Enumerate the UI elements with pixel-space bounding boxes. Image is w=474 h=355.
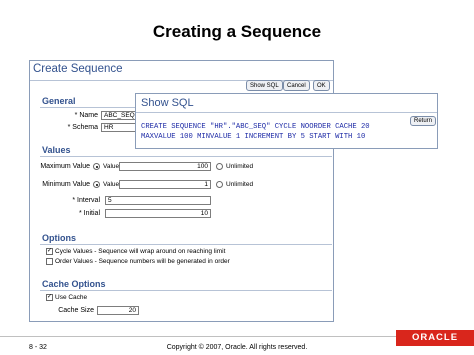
interval-field[interactable]: 5 bbox=[105, 196, 211, 205]
divider bbox=[136, 112, 437, 113]
use-cache-checkbox[interactable]: ✓ bbox=[46, 294, 53, 301]
show-sql-title: Show SQL bbox=[141, 97, 194, 109]
order-values-checkbox[interactable] bbox=[46, 258, 53, 265]
min-unlimited-radio[interactable] bbox=[216, 181, 223, 188]
interval-label: * Interval bbox=[72, 197, 100, 204]
oracle-logo: ORACLE bbox=[396, 330, 474, 346]
schema-label: * Schema bbox=[67, 124, 98, 131]
cancel-button[interactable]: Cancel bbox=[283, 80, 310, 91]
slide-title: Creating a Sequence bbox=[152, 22, 322, 41]
divider bbox=[40, 156, 332, 157]
window-title: Create Sequence bbox=[33, 63, 123, 75]
max-unlimited-radio[interactable] bbox=[216, 163, 223, 170]
min-value-radio[interactable] bbox=[93, 181, 100, 188]
order-values-label: Order Values - Sequence numbers will be … bbox=[55, 258, 230, 265]
general-heading: General bbox=[42, 96, 76, 106]
initial-field[interactable]: 10 bbox=[105, 209, 211, 218]
ok-button[interactable]: OK bbox=[313, 80, 330, 91]
cycle-values-checkbox[interactable]: ✓ bbox=[46, 248, 53, 255]
minimum-value-field[interactable]: 1 bbox=[119, 180, 211, 189]
cache-options-heading: Cache Options bbox=[42, 279, 106, 289]
cycle-values-label: Cycle Values - Sequence will wrap around… bbox=[55, 248, 226, 255]
oracle-logo-text: ORACLE bbox=[411, 332, 459, 343]
min-unlimited-label: Unlimited bbox=[226, 181, 254, 188]
return-button[interactable]: Return bbox=[410, 116, 437, 126]
window-header: Create Sequence bbox=[30, 61, 333, 81]
min-value-option-label: Value bbox=[103, 181, 120, 188]
cache-size-label: Cache Size bbox=[58, 307, 94, 314]
maximum-value-label: Maximum Value bbox=[40, 163, 90, 170]
sql-line-2: MAXVALUE 100 MINVALUE 1 INCREMENT BY 5 S… bbox=[141, 133, 366, 141]
divider bbox=[40, 244, 332, 245]
show-sql-button[interactable]: Show SQL bbox=[246, 80, 283, 91]
sql-line-1: CREATE SEQUENCE "HR"."ABC_SEQ" CYCLE NOO… bbox=[141, 123, 370, 131]
initial-label: * Initial bbox=[78, 210, 100, 217]
max-value-radio[interactable] bbox=[93, 163, 100, 170]
divider bbox=[40, 290, 332, 291]
options-heading: Options bbox=[42, 233, 76, 243]
max-unlimited-label: Unlimited bbox=[226, 163, 254, 170]
maximum-value-field[interactable]: 100 bbox=[119, 162, 211, 171]
cache-size-field[interactable]: 20 bbox=[97, 306, 139, 315]
max-value-option-label: Value bbox=[103, 163, 120, 170]
minimum-value-label: Minimum Value bbox=[42, 181, 90, 188]
show-sql-panel: Show SQL Return CREATE SEQUENCE "HR"."AB… bbox=[135, 93, 438, 149]
name-label: * Name bbox=[74, 112, 98, 119]
use-cache-label: Use Cache bbox=[55, 294, 88, 301]
values-heading: Values bbox=[42, 145, 71, 155]
